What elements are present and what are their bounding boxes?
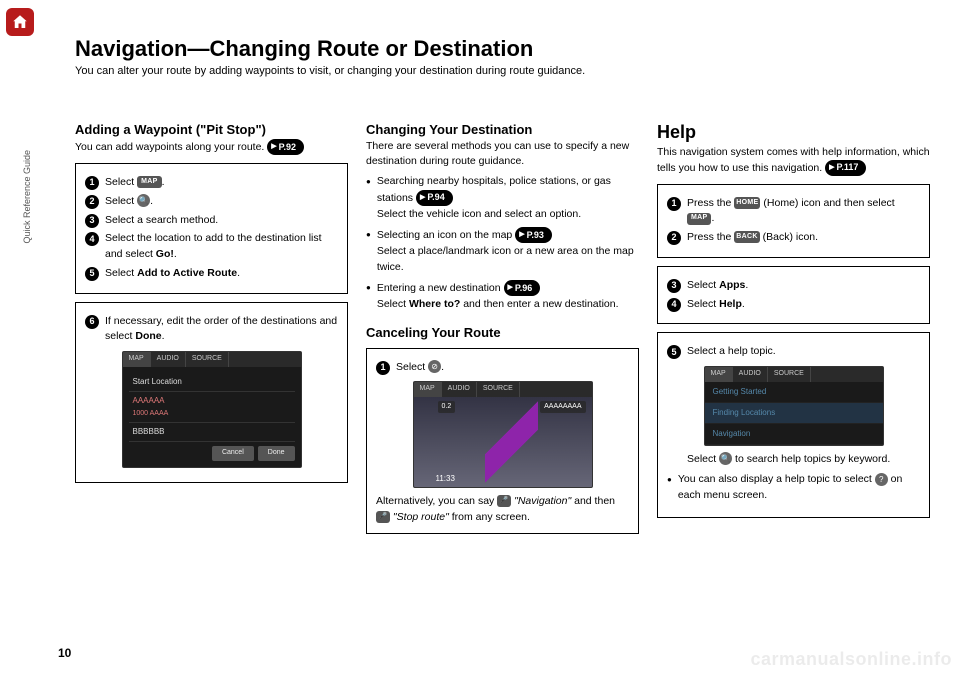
- page-ref-92[interactable]: P.92: [267, 139, 304, 155]
- box-help-3: 5 Select a help topic. MAP AUDIO SOURCE …: [657, 332, 930, 518]
- search-circle-icon: 🔍: [137, 194, 150, 207]
- step-6-text: If necessary, edit the order of the dest…: [105, 314, 338, 346]
- page-ref-96[interactable]: P.96: [504, 280, 541, 296]
- voice-icon: 🎤: [376, 511, 390, 523]
- bullet-map-icon: Selecting an icon on the map P.93 Select…: [366, 227, 639, 275]
- help-step-1-text: Press the HOME (Home) icon and then sele…: [687, 196, 920, 228]
- watermark: carmanualsonline.info: [750, 649, 952, 670]
- house-icon: [11, 13, 29, 31]
- step-4-text: Select the location to add to the destin…: [105, 231, 338, 263]
- intro-waypoint: You can add waypoints along your route. …: [75, 139, 348, 155]
- help-step-1-badge: 1: [667, 197, 681, 211]
- page-ref-117[interactable]: P.117: [825, 160, 866, 176]
- cancel-button: Cancel: [212, 446, 254, 461]
- step-6-badge: 6: [85, 315, 99, 329]
- help-step-4-badge: 4: [667, 298, 681, 312]
- help-step-2-text: Press the BACK (Back) icon.: [687, 230, 920, 246]
- box-help-1: 1 Press the HOME (Home) icon and then se…: [657, 184, 930, 258]
- page-subtitle: You can alter your route by adding waypo…: [75, 65, 930, 77]
- step-1-badge: 1: [85, 176, 99, 190]
- step-1-text: Select MAP.: [105, 175, 338, 191]
- step-2-badge: 2: [85, 195, 99, 209]
- box-waypoint-edit: 6 If necessary, edit the order of the de…: [75, 302, 348, 483]
- step-3-badge: 3: [85, 214, 99, 228]
- help-step-3-text: Select Apps.: [687, 278, 920, 294]
- intro-change-dest: There are several methods you can use to…: [366, 139, 639, 168]
- column-help: Help This navigation system comes with h…: [657, 122, 930, 534]
- page-content: Navigation—Changing Route or Destination…: [75, 36, 930, 648]
- box-cancel-route: 1 Select ⊘. MAP AUDIO SOURCE 0.2 AAAAAAA…: [366, 348, 639, 535]
- help-step-3-badge: 3: [667, 279, 681, 293]
- stop-circle-icon: ⊘: [428, 360, 441, 373]
- help-step-4-text: Select Help.: [687, 297, 920, 313]
- cancel-step-1-badge: 1: [376, 361, 390, 375]
- page-title: Navigation—Changing Route or Destination: [75, 36, 930, 62]
- search-circle-icon: 🔍: [719, 452, 732, 465]
- sidebar-section-label: Quick Reference Guide: [22, 150, 32, 244]
- screenshot-edit-route: MAP AUDIO SOURCE Start Location AAAAAA 1…: [122, 351, 302, 468]
- home-chip-icon: HOME: [734, 197, 760, 209]
- heading-cancel-route: Canceling Your Route: [366, 325, 639, 340]
- cancel-step-1-text: Select ⊘.: [396, 360, 629, 376]
- page-ref-93[interactable]: P.93: [515, 227, 552, 243]
- step-4-badge: 4: [85, 232, 99, 246]
- box-waypoint-steps: 1 Select MAP. 2 Select 🔍. 3 Select a sea…: [75, 163, 348, 294]
- back-chip-icon: BACK: [734, 231, 759, 243]
- screenshot-help: MAP AUDIO SOURCE Getting Started Finding…: [704, 366, 884, 446]
- map-chip-icon: MAP: [137, 176, 161, 188]
- help-step-2-badge: 2: [667, 231, 681, 245]
- done-button: Done: [258, 446, 295, 461]
- column-change-destination: Changing Your Destination There are seve…: [366, 122, 639, 534]
- screenshot-nav-map: MAP AUDIO SOURCE 0.2 AAAAAAAA 11:33: [413, 381, 593, 488]
- step-5-badge: 5: [85, 267, 99, 281]
- box-help-2: 3 Select Apps. 4 Select Help.: [657, 266, 930, 325]
- heading-help: Help: [657, 122, 930, 143]
- page-ref-94[interactable]: P.94: [416, 190, 453, 206]
- voice-icon: 🎤: [497, 495, 511, 507]
- bullet-new-dest: Entering a new destination P.96 Select W…: [366, 280, 639, 312]
- step-5-text: Select Add to Active Route.: [105, 266, 338, 282]
- help-circle-icon: ?: [875, 473, 888, 486]
- heading-change-dest: Changing Your Destination: [366, 122, 639, 137]
- step-2-text: Select 🔍.: [105, 194, 338, 210]
- bullet-nearby: Searching nearby hospitals, police stati…: [366, 174, 639, 222]
- home-icon[interactable]: [6, 8, 34, 36]
- intro-waypoint-text: You can add waypoints along your route.: [75, 141, 264, 153]
- step-3-text: Select a search method.: [105, 213, 338, 229]
- help-step-5-badge: 5: [667, 345, 681, 359]
- cancel-alt-text: Alternatively, you can say 🎤 "Navigation…: [376, 494, 629, 526]
- intro-help: This navigation system comes with help i…: [657, 145, 930, 176]
- column-waypoint: Adding a Waypoint ("Pit Stop") You can a…: [75, 122, 348, 534]
- help-search-text: Select 🔍 to search help topics by keywor…: [687, 452, 920, 468]
- map-chip-icon: MAP: [687, 213, 711, 225]
- page-number: 10: [58, 646, 71, 660]
- help-step-5-text: Select a help topic.: [687, 344, 920, 360]
- help-bullet: You can also display a help topic to sel…: [667, 472, 920, 504]
- heading-waypoint: Adding a Waypoint ("Pit Stop"): [75, 122, 348, 137]
